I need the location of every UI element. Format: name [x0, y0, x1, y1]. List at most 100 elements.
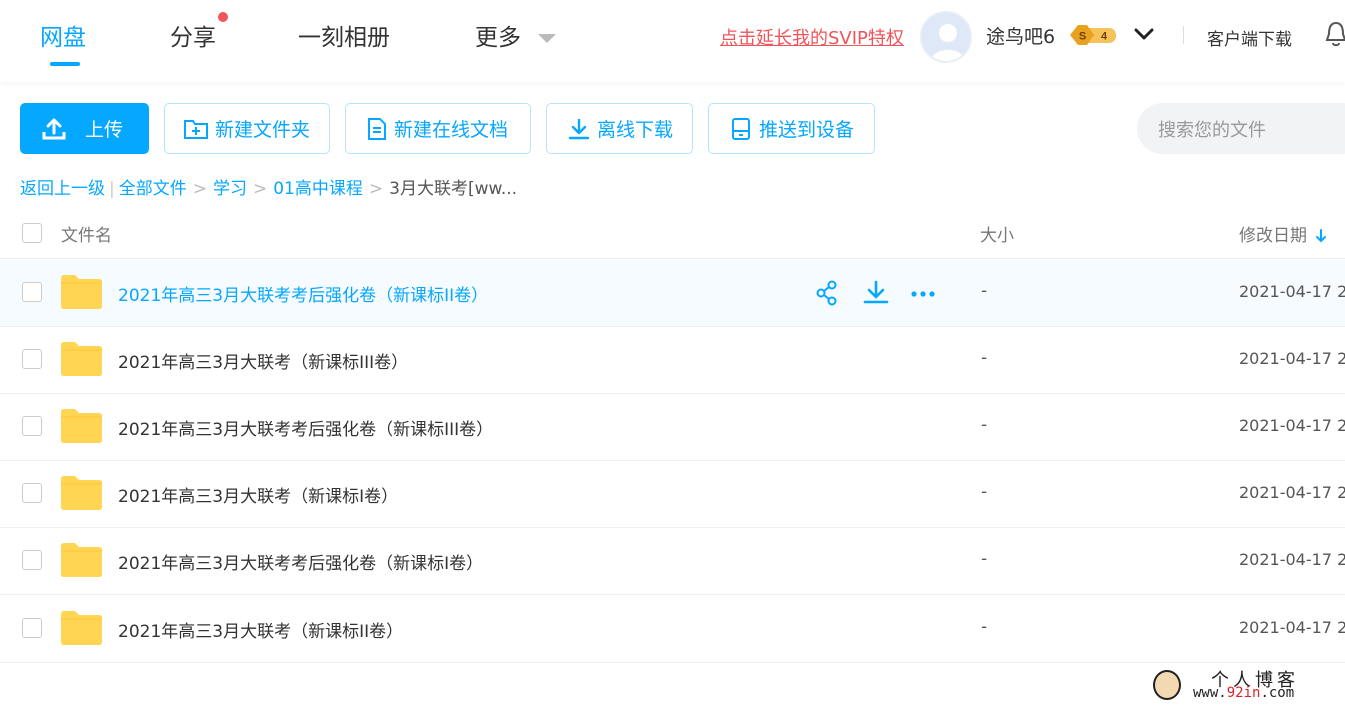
file-date: 2021-04-17 2 [1239, 349, 1345, 368]
new-online-doc-label: 新建在线文档 [394, 119, 509, 141]
file-size: - [981, 549, 988, 569]
folder-icon [61, 611, 102, 645]
tab-netdisk-label: 网盘 [40, 25, 86, 51]
new-online-doc-button[interactable]: 新建在线文档 [345, 103, 531, 154]
file-size: - [981, 348, 988, 368]
offline-download-button[interactable]: 离线下载 [546, 103, 693, 154]
row-checkbox[interactable] [22, 483, 42, 503]
breadcrumb: 返回上一级 | 全部文件 > 学习 >01高中课程 >3月大联考[ww... [20, 174, 517, 199]
blog-watermark: 个人博客 www.92in.com [1153, 668, 1343, 704]
table-row[interactable]: 2021年高三3月大联考（新课标III卷） - 2021-04-17 2 [0, 327, 1345, 394]
chevron-down-icon[interactable] [1133, 24, 1155, 44]
row-actions [815, 280, 959, 308]
caret-down-icon [538, 34, 557, 43]
download-icon [568, 118, 590, 139]
new-folder-button[interactable]: 新建文件夹 [164, 103, 330, 154]
search-input[interactable]: 搜索您的文件 [1137, 103, 1345, 154]
file-date: 2021-04-17 2 [1239, 550, 1345, 569]
tab-more-label: 更多 [475, 25, 521, 51]
breadcrumb-separator: > [368, 179, 384, 199]
push-to-device-label: 推送到设备 [759, 119, 855, 141]
badge-level: 4 [1101, 31, 1108, 43]
table-row[interactable]: 2021年高三3月大联考（新课标I卷） - 2021-04-17 2 [0, 461, 1345, 528]
breadcrumb-current: 3月大联考[ww... [389, 179, 518, 199]
row-checkbox[interactable] [22, 416, 42, 436]
folder-icon [61, 275, 102, 309]
watermark-url-domain: 92in [1226, 685, 1261, 701]
breadcrumb-item-all-files[interactable]: 全部文件 [119, 179, 187, 199]
row-checkbox[interactable] [22, 550, 42, 570]
avatar[interactable] [920, 11, 972, 63]
column-header-date-label: 修改日期 [1239, 226, 1307, 246]
table-row[interactable]: 2021年高三3月大联考考后强化卷（新课标II卷） - 2021-04-17 2 [0, 260, 1345, 327]
document-icon [368, 117, 386, 140]
push-to-device-button[interactable]: 推送到设备 [708, 103, 875, 154]
file-name[interactable]: 2021年高三3月大联考（新课标I卷） [118, 482, 398, 507]
row-checkbox[interactable] [22, 282, 42, 302]
table-row[interactable]: 2021年高三3月大联考（新课标II卷） - 2021-04-17 2 [0, 596, 1345, 663]
download-icon[interactable] [863, 280, 911, 308]
tab-album-label: 一刻相册 [298, 25, 390, 51]
divider [1183, 26, 1184, 44]
folder-icon [61, 543, 102, 577]
table-row[interactable]: 2021年高三3月大联考考后强化卷（新课标III卷） - 2021-04-17 … [0, 394, 1345, 461]
new-folder-icon [184, 119, 208, 139]
select-all-checkbox[interactable] [22, 223, 42, 243]
watermark-url: www.92in.com [1193, 685, 1294, 701]
folder-icon [61, 476, 102, 510]
top-navigation: 网盘 分享 一刻相册 更多 点击延长我的SVIP特权 途鸟吧6 S 4 客户端下… [0, 0, 1345, 82]
file-size: - [981, 482, 988, 502]
share-icon[interactable] [815, 280, 863, 308]
username[interactable]: 途鸟吧6 [986, 22, 1055, 49]
file-name[interactable]: 2021年高三3月大联考考后强化卷（新课标III卷） [118, 415, 493, 440]
file-date: 2021-04-17 2 [1239, 483, 1345, 502]
tab-share[interactable]: 分享 [170, 12, 228, 52]
file-date: 2021-04-17 2 [1239, 618, 1345, 637]
file-name[interactable]: 2021年高三3月大联考（新课标III卷） [118, 348, 408, 373]
notification-dot [218, 12, 228, 22]
column-header-date[interactable]: 修改日期 [1239, 221, 1327, 246]
file-size: - [981, 281, 988, 301]
mascot-icon [1153, 670, 1181, 700]
tab-share-label: 分享 [170, 25, 216, 51]
offline-download-label: 离线下载 [597, 119, 674, 141]
svip-renew-link[interactable]: 点击延长我的SVIP特权 [720, 24, 904, 50]
badge-letter: S [1079, 31, 1086, 43]
bell-icon[interactable] [1325, 20, 1345, 48]
file-name[interactable]: 2021年高三3月大联考（新课标II卷） [118, 617, 403, 642]
breadcrumb-item-course[interactable]: 01高中课程 [273, 179, 363, 199]
upload-button[interactable]: 上传 [20, 103, 149, 154]
table-row[interactable]: 2021年高三3月大联考考后强化卷（新课标I卷） - 2021-04-17 2 [0, 528, 1345, 595]
user-avatar-icon [931, 24, 965, 61]
watermark-url-prefix: www. [1193, 685, 1227, 701]
folder-icon [61, 342, 102, 376]
svip-level-badge: S 4 [1068, 24, 1118, 46]
client-download-link[interactable]: 客户端下载 [1207, 25, 1292, 50]
column-header-name[interactable]: 文件名 [61, 221, 112, 246]
file-table-header: 文件名 大小 修改日期 [0, 207, 1345, 259]
upload-icon [42, 118, 66, 139]
new-folder-label: 新建文件夹 [215, 119, 311, 141]
active-tab-indicator [50, 62, 80, 66]
breadcrumb-item-study[interactable]: 学习 [213, 179, 247, 199]
tab-more[interactable]: 更多 [475, 18, 557, 52]
breadcrumb-bar: | [109, 179, 115, 199]
tab-netdisk[interactable]: 网盘 [40, 18, 86, 66]
watermark-url-suffix: .com [1260, 685, 1295, 701]
folder-icon [61, 409, 102, 443]
device-icon [732, 117, 750, 140]
breadcrumb-separator: > [252, 179, 268, 199]
sort-down-icon [1316, 229, 1326, 243]
breadcrumb-back[interactable]: 返回上一级 [20, 179, 105, 199]
file-name[interactable]: 2021年高三3月大联考考后强化卷（新课标I卷） [118, 549, 483, 574]
file-size: - [981, 617, 988, 637]
search-placeholder: 搜索您的文件 [1158, 119, 1266, 141]
more-options-icon[interactable] [911, 280, 959, 308]
file-date: 2021-04-17 2 [1239, 416, 1345, 435]
file-name[interactable]: 2021年高三3月大联考考后强化卷（新课标II卷） [118, 281, 488, 306]
file-date: 2021-04-17 2 [1239, 282, 1345, 301]
column-header-size[interactable]: 大小 [980, 221, 1014, 246]
row-checkbox[interactable] [22, 349, 42, 369]
row-checkbox[interactable] [22, 618, 42, 638]
tab-album[interactable]: 一刻相册 [298, 18, 390, 52]
